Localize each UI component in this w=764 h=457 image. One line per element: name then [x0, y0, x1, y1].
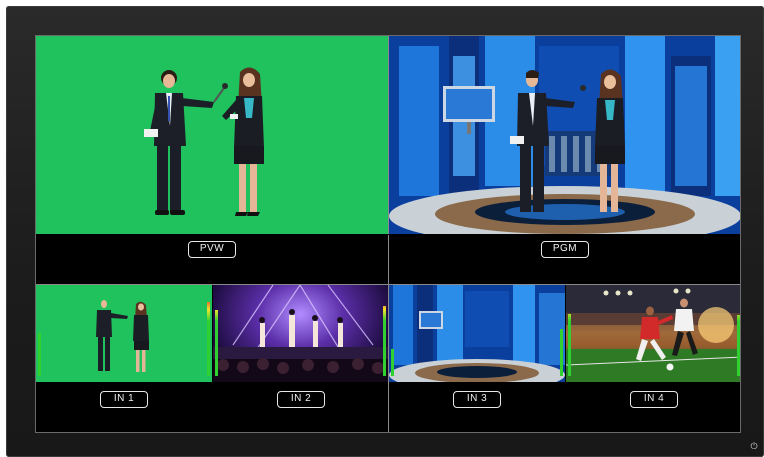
presenters-small-figure [96, 300, 149, 372]
divider-top [36, 284, 740, 285]
input-3-meter-left [391, 298, 394, 376]
pgm-video[interactable] [389, 36, 740, 234]
multiview-screen: PVW PGM IN 1 IN 2 IN 3 IN 4 [35, 35, 741, 433]
input-1-tag: IN 1 [100, 391, 148, 408]
input-4-video[interactable] [566, 285, 740, 382]
input-2-meter-right [383, 298, 386, 376]
input-3-video[interactable] [389, 285, 565, 382]
soccer-figure [566, 285, 740, 382]
input-2-video[interactable] [213, 285, 388, 382]
pvw-video[interactable] [36, 36, 388, 234]
pvw-tag: PVW [188, 241, 236, 258]
pvw-label-strip: PVW [36, 234, 388, 284]
input-4-meter-left [568, 298, 571, 376]
pgm-label-strip: PGM [389, 234, 740, 284]
input-1-meter-left [38, 298, 41, 376]
studio-set-figure [389, 36, 740, 234]
input-3-tag: IN 3 [453, 391, 501, 408]
input-4-meter-right [737, 298, 740, 376]
concert-figure [213, 285, 388, 382]
input-3-meter-right [560, 298, 563, 376]
input-1-video[interactable] [36, 285, 212, 382]
presenters-figure [144, 67, 264, 216]
input-2-tag: IN 2 [277, 391, 325, 408]
input-2-meter-left [215, 298, 218, 376]
studio-small-figure [389, 285, 565, 382]
divider-mid [36, 234, 740, 235]
input-1-meter-right [207, 298, 210, 376]
input-4-tag: IN 4 [630, 391, 678, 408]
pgm-tag: PGM [541, 241, 589, 258]
power-icon[interactable]: ⏻ [749, 441, 759, 451]
